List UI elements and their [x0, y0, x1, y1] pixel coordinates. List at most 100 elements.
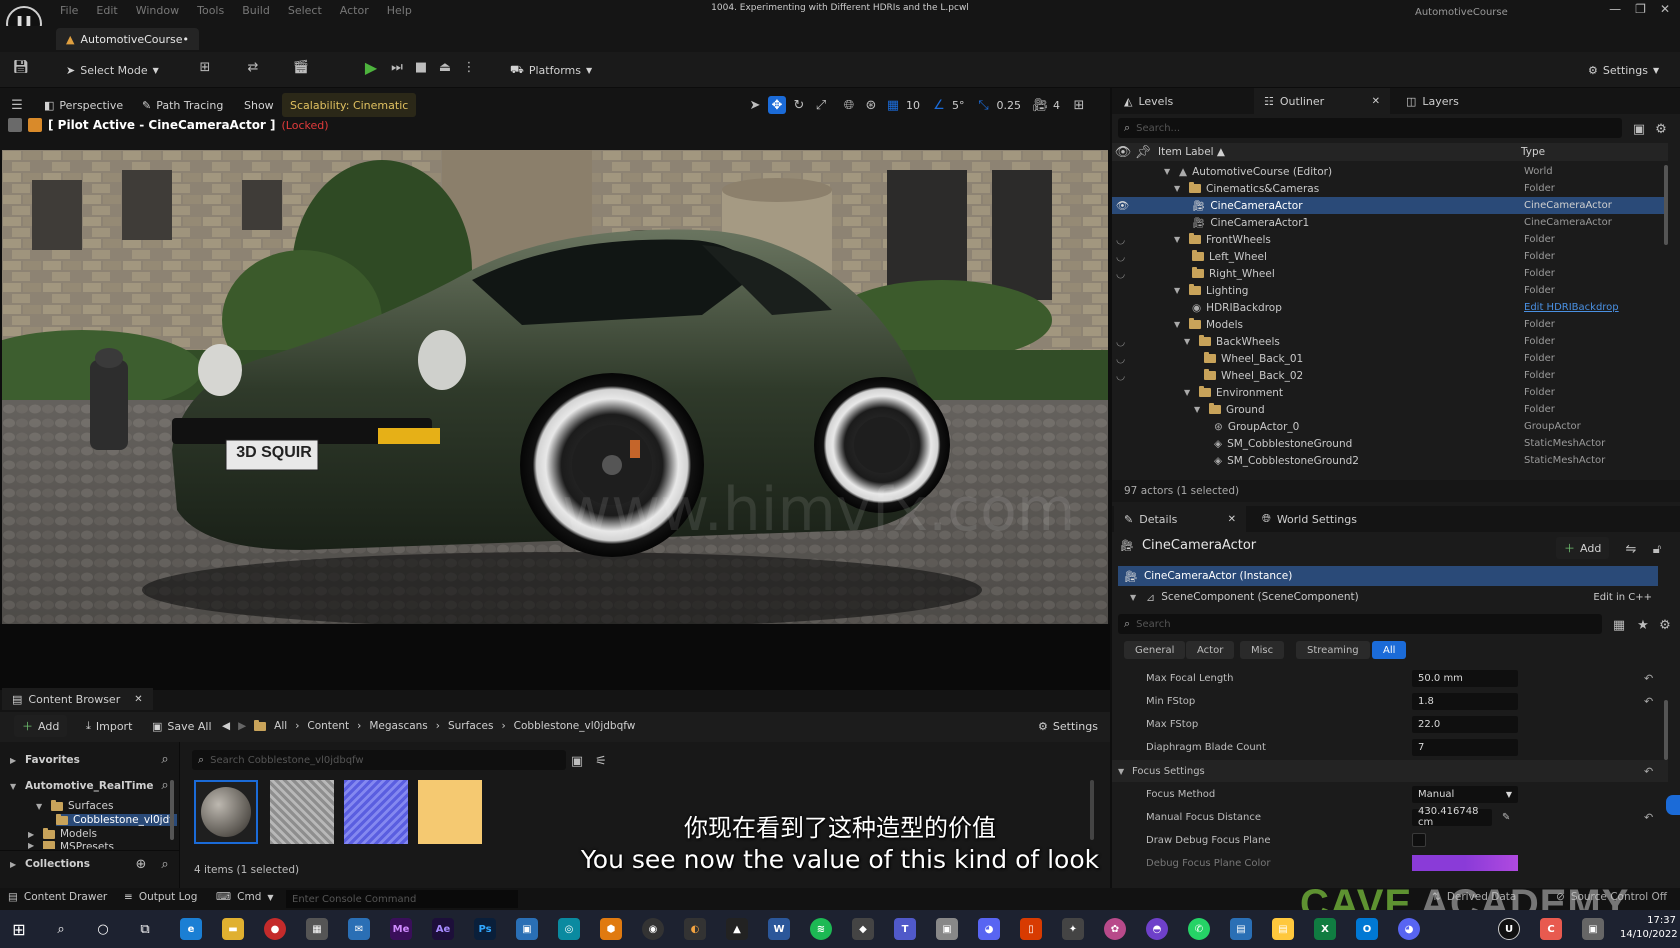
- menu-tools[interactable]: Tools: [197, 4, 224, 17]
- outliner-row[interactable]: ◉ HDRIBackdrop Edit HDRIBackdrop: [1112, 299, 1668, 316]
- app-icon[interactable]: ▣: [1582, 918, 1604, 940]
- level-viewport[interactable]: www.himvfx.com 3D SQUIR: [2, 150, 1108, 624]
- asset-thumbnail[interactable]: [270, 780, 334, 844]
- office-icon[interactable]: ▯: [1020, 918, 1042, 940]
- filter-misc[interactable]: Misc: [1240, 641, 1285, 659]
- visibility-eye-icon[interactable]: ◡: [1116, 370, 1125, 382]
- expand-caret-icon[interactable]: ▼: [1118, 767, 1128, 776]
- windows-start-icon[interactable]: ⊞: [10, 920, 28, 939]
- media-encoder-icon[interactable]: Me: [390, 918, 412, 940]
- photoshop-icon[interactable]: Ps: [474, 918, 496, 940]
- app-icon[interactable]: ◎: [558, 918, 580, 940]
- outliner-row[interactable]: ▼ ▲ AutomotiveCourse (Editor) World: [1112, 163, 1668, 180]
- visibility-eye-icon[interactable]: ◡: [1116, 251, 1125, 263]
- focus-settings-section[interactable]: ▼ Focus Settings ↶: [1112, 760, 1668, 782]
- filter-all[interactable]: All: [1372, 641, 1407, 659]
- favorites-search-icon[interactable]: ⌕: [156, 750, 174, 768]
- show-button[interactable]: Show: [236, 93, 282, 117]
- camera-speed-value[interactable]: 4: [1053, 99, 1060, 112]
- app-icon[interactable]: ◆: [852, 918, 874, 940]
- outliner-scrollbar[interactable]: [1664, 165, 1668, 245]
- expand-caret-icon[interactable]: ▼: [1174, 235, 1184, 244]
- edge-icon[interactable]: e: [180, 918, 202, 940]
- save-search-icon[interactable]: ▣: [568, 752, 586, 770]
- item-label-column[interactable]: Item Label ▲: [1158, 146, 1225, 158]
- close-tab-icon[interactable]: ✕: [1372, 96, 1380, 107]
- add-folder-icon[interactable]: ▣: [1630, 120, 1648, 138]
- app-icon[interactable]: C: [1540, 918, 1562, 940]
- expand-caret-icon[interactable]: ▶: [28, 830, 38, 839]
- app-icon[interactable]: ▤: [1272, 918, 1294, 940]
- focus-method-dropdown[interactable]: Manual ▼: [1412, 785, 1518, 803]
- save-all-button[interactable]: ▣ Save All: [144, 715, 220, 737]
- outliner-row[interactable]: ◈ SM_CobblestoneGround StaticMeshActor: [1112, 435, 1668, 452]
- import-button[interactable]: ⤓ Import: [78, 715, 140, 737]
- eject-icon[interactable]: ⏏︎: [436, 58, 454, 76]
- app-icon[interactable]: ✿: [1104, 918, 1126, 940]
- outliner-row[interactable]: ◡ Wheel_Back_01 Folder: [1112, 350, 1668, 367]
- outliner-row[interactable]: ◡ Right_Wheel Folder: [1112, 265, 1668, 282]
- min-fstop-field[interactable]: 1.8: [1412, 692, 1518, 710]
- project-tab[interactable]: ▲ AutomotiveCourse•: [56, 28, 199, 50]
- menu-actor[interactable]: Actor: [340, 4, 369, 17]
- github-icon[interactable]: ◓: [1146, 918, 1168, 940]
- task-view-icon[interactable]: ⧉: [136, 920, 154, 938]
- edit-in-cpp-link[interactable]: Edit in C++: [1593, 592, 1652, 603]
- tab-content-browser[interactable]: ▤ Content Browser ✕: [2, 688, 153, 710]
- add-content-icon[interactable]: ⊞: [196, 58, 214, 76]
- blueprint-convert-icon[interactable]: ⇋: [1622, 540, 1640, 558]
- collections-search-icon[interactable]: ⌕: [156, 855, 174, 873]
- menu-help[interactable]: Help: [387, 4, 412, 17]
- breadcrumb-all[interactable]: All: [274, 720, 287, 732]
- expand-caret-icon[interactable]: ▼: [10, 782, 20, 791]
- camera-speed-icon[interactable]: 🎥︎: [1031, 96, 1049, 114]
- details-settings-icon[interactable]: ⚙: [1656, 616, 1674, 634]
- angle-snap-icon[interactable]: ∠: [930, 96, 948, 114]
- blender-icon[interactable]: ◐: [684, 918, 706, 940]
- expand-caret-icon[interactable]: ▼: [36, 802, 46, 811]
- output-log-button[interactable]: ≡ Output Log: [124, 891, 197, 903]
- save-icon[interactable]: 💾︎: [12, 58, 30, 76]
- scene-component-row[interactable]: ▼ ⊿ SceneComponent (SceneComponent) Edit…: [1130, 588, 1658, 606]
- tab-levels[interactable]: ◭ Levels: [1114, 88, 1183, 114]
- outliner-row[interactable]: ▼ Models Folder: [1112, 316, 1668, 333]
- filter-streaming[interactable]: Streaming: [1296, 641, 1370, 659]
- outliner-search-input[interactable]: ⌕ Search...: [1118, 118, 1622, 138]
- favorites-section[interactable]: ▶ Favorites: [10, 754, 80, 766]
- asset-thumbnail[interactable]: [344, 780, 408, 844]
- content-settings-button[interactable]: ⚙ Settings: [1030, 715, 1106, 737]
- outliner-row[interactable]: ⊛ GroupActor_0 GroupActor: [1112, 418, 1668, 435]
- expand-caret-icon[interactable]: ▶: [28, 841, 38, 849]
- lock-icon[interactable]: [28, 118, 42, 132]
- file-explorer-icon[interactable]: ▬: [222, 918, 244, 940]
- move-tool-icon[interactable]: ✥: [768, 96, 786, 114]
- mail-icon[interactable]: ✉: [348, 918, 370, 940]
- app-icon[interactable]: ✦: [1062, 918, 1084, 940]
- perspective-button[interactable]: ◧ Perspective: [36, 93, 131, 117]
- calculator-icon[interactable]: ▦: [306, 918, 328, 940]
- stop-icon[interactable]: ■: [412, 58, 430, 76]
- close-icon[interactable]: ✕: [1660, 2, 1670, 16]
- filter-general[interactable]: General: [1124, 641, 1186, 659]
- blueprint-icon[interactable]: ⇄: [244, 58, 262, 76]
- app-icon[interactable]: ◉: [642, 918, 664, 940]
- platforms-button[interactable]: ⛟ Platforms ▼: [502, 58, 600, 82]
- unreal-engine-icon[interactable]: U: [1498, 918, 1520, 940]
- visibility-eye-icon[interactable]: ◡: [1116, 268, 1125, 280]
- outliner-row[interactable]: ◡ Left_Wheel Folder: [1112, 248, 1668, 265]
- scale-snap-icon[interactable]: ⤡: [975, 96, 993, 114]
- manual-focus-distance-field[interactable]: 430.416748 cm: [1412, 806, 1492, 828]
- rotate-tool-icon[interactable]: ↻: [790, 96, 808, 114]
- outliner-row[interactable]: ◡ ▼ BackWheels Folder: [1112, 333, 1668, 350]
- outliner-settings-icon[interactable]: ⚙: [1652, 120, 1670, 138]
- surface-snap-icon[interactable]: ⊛: [862, 96, 880, 114]
- visibility-eye-icon[interactable]: ◡: [1116, 353, 1125, 365]
- reset-to-default-icon[interactable]: ↶: [1644, 765, 1653, 778]
- console-input[interactable]: Enter Console Command: [286, 890, 518, 908]
- whatsapp-icon[interactable]: ✆: [1188, 918, 1210, 940]
- tree-scrollbar[interactable]: [170, 780, 174, 840]
- path-tracing-button[interactable]: ✎ Path Tracing: [134, 93, 231, 117]
- select-mode-button[interactable]: ➤ Select Mode ▼: [58, 58, 167, 82]
- scale-snap-value[interactable]: 0.25: [997, 99, 1022, 112]
- reset-to-default-icon[interactable]: ↶: [1644, 672, 1653, 685]
